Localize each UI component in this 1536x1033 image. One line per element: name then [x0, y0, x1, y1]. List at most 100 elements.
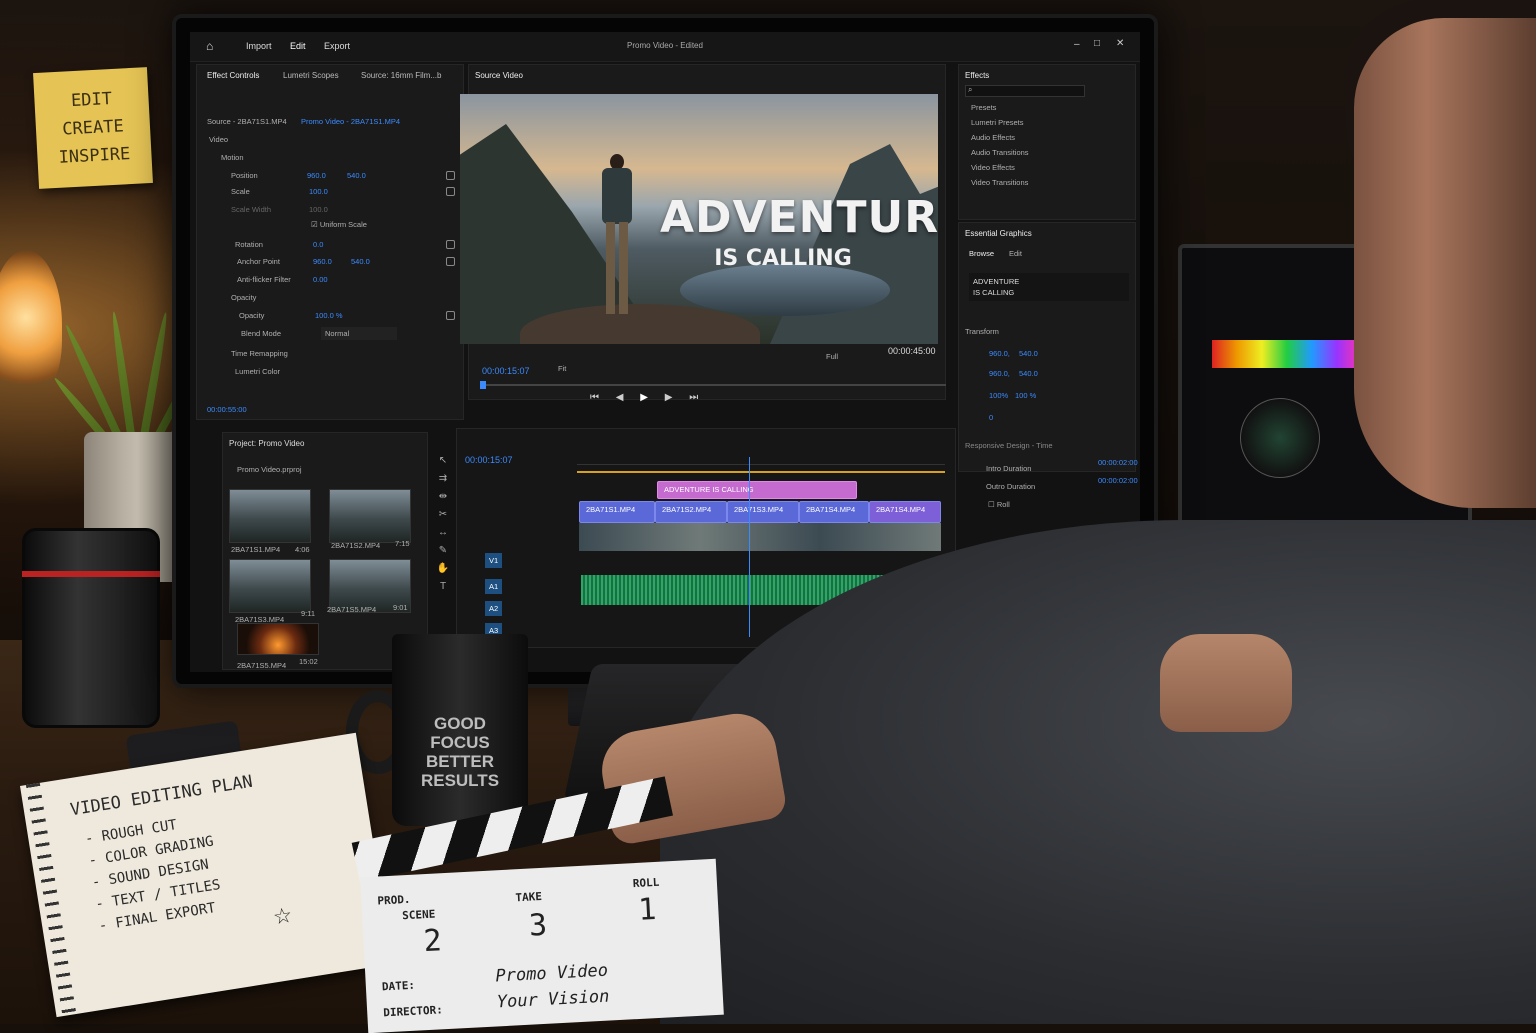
play-icon[interactable]: ▶ — [640, 392, 648, 403]
effects-item-video-effects[interactable]: Video Effects — [971, 163, 1015, 172]
mark-in-icon[interactable]: ⏮ — [590, 392, 599, 403]
clip-thumbnail[interactable] — [229, 489, 311, 543]
effects-item-audio-transitions[interactable]: Audio Transitions — [971, 148, 1029, 157]
clip-thumbnail[interactable] — [329, 489, 411, 543]
tab-browse[interactable]: Browse — [969, 249, 994, 258]
step-forward-icon[interactable]: ▶︎ — [665, 392, 673, 403]
uniform-scale-checkbox[interactable]: ☑ Uniform Scale — [311, 220, 367, 229]
effect-motion[interactable]: Motion — [221, 153, 244, 162]
quality-select[interactable]: Full — [826, 352, 838, 361]
project-file[interactable]: Promo Video.prproj — [237, 465, 301, 474]
keyframe-toggle-icon[interactable] — [446, 240, 455, 249]
tab-edit[interactable]: Edit — [1009, 249, 1022, 258]
video-preview[interactable]: ADVENTURE IS CALLING — [460, 94, 938, 344]
blend-mode-select[interactable]: Normal — [321, 327, 397, 340]
effect-lumetri-color[interactable]: Lumetri Color — [235, 367, 280, 376]
clip-duration: 15:02 — [299, 657, 318, 666]
mark-out-icon[interactable]: ⏭ — [689, 392, 698, 403]
keyframe-toggle-icon[interactable] — [446, 311, 455, 320]
transport-controls: ⏮ ◀︎ ▶ ▶︎ ⏭ — [590, 392, 698, 403]
eg-position-y[interactable]: 540.0 — [1019, 349, 1038, 358]
rotation-label: Rotation — [235, 240, 263, 249]
search-icon: ⌕ — [968, 85, 973, 94]
zoom-select[interactable]: Fit — [558, 364, 566, 373]
video-clip[interactable]: 2BA71S4.MP4 — [799, 501, 869, 523]
tab-effect-controls[interactable]: Effect Controls — [207, 71, 259, 80]
playhead[interactable] — [749, 457, 750, 637]
eg-position-x[interactable]: 960.0, — [989, 349, 1010, 358]
tab-source-video[interactable]: Source Video — [475, 71, 523, 80]
track-label-v1[interactable]: V1 — [485, 553, 503, 568]
minimize-icon[interactable]: – — [1074, 39, 1080, 50]
video-clip[interactable]: 2BA71S1.MP4 — [579, 501, 655, 523]
eg-rotation[interactable]: 0 — [989, 413, 993, 422]
roll-checkbox[interactable]: ☐ Roll — [988, 500, 1010, 509]
effect-controls-timecode: 00:00:55:00 — [207, 405, 247, 414]
sequence-clip[interactable]: Promo Video - 2BA71S1.MP4 — [301, 117, 400, 126]
antiflicker-value[interactable]: 0.00 — [313, 275, 328, 284]
effect-opacity[interactable]: Opacity — [231, 293, 256, 302]
timeline-timecode: 00:00:15:07 — [465, 455, 513, 465]
video-clip[interactable]: 2BA71S4.MP4 — [869, 501, 941, 523]
effects-item-audio-effects[interactable]: Audio Effects — [971, 133, 1015, 142]
step-back-icon[interactable]: ◀︎ — [616, 392, 624, 403]
maximize-icon[interactable]: □ — [1094, 38, 1100, 49]
intro-duration-value[interactable]: 00:00:02:00 — [1098, 458, 1138, 467]
razor-tool-icon[interactable]: ✂ — [434, 506, 452, 524]
track-label-a2[interactable]: A2 — [485, 601, 503, 616]
clapper-scene-label: SCENE — [401, 907, 436, 923]
time-ruler[interactable] — [577, 453, 945, 465]
close-icon[interactable]: ✕ — [1116, 38, 1124, 49]
effects-item-video-transitions[interactable]: Video Transitions — [971, 178, 1028, 187]
work-area-bar[interactable] — [577, 471, 945, 473]
track-select-icon[interactable]: ⇉ — [434, 470, 452, 488]
effects-search-input[interactable]: ⌕ — [965, 85, 1085, 97]
tab-source[interactable]: Source: 16mm Film...b — [361, 71, 441, 80]
hand-tool-icon[interactable]: ✋ — [434, 560, 452, 578]
tools-panel: ↖ ⇉ ⇹ ✂ ↔ ✎ ✋ T — [434, 452, 452, 632]
essential-graphics-title: Essential Graphics — [965, 229, 1032, 238]
opacity-value[interactable]: 100.0 % — [315, 311, 343, 320]
clapper-roll-label: ROLL — [632, 875, 660, 891]
clip-name: 2BA71S5.MP4 — [237, 661, 287, 670]
scale-value[interactable]: 100.0 — [309, 187, 328, 196]
roll-label: Roll — [996, 500, 1010, 509]
eg-scale-a[interactable]: 100% — [989, 391, 1008, 400]
rotation-value[interactable]: 0.0 — [313, 240, 323, 249]
ripple-edit-icon[interactable]: ⇹ — [434, 488, 452, 506]
effects-item-lumetri-presets[interactable]: Lumetri Presets — [971, 118, 1024, 127]
type-tool-icon[interactable]: T — [434, 578, 452, 596]
project-title: Project: Promo Video — [229, 439, 305, 448]
lake — [680, 264, 890, 316]
scale-width-value: 100.0 — [309, 205, 328, 214]
anchor-y[interactable]: 540.0 — [351, 257, 370, 266]
slip-tool-icon[interactable]: ↔ — [434, 524, 452, 542]
outro-duration-value[interactable]: 00:00:02:00 — [1098, 476, 1138, 485]
clip-thumbnail[interactable] — [237, 623, 319, 655]
clip-thumbnail[interactable] — [229, 559, 311, 613]
position-y[interactable]: 540.0 — [347, 171, 366, 180]
video-clip[interactable]: 2BA71S3.MP4 — [727, 501, 799, 523]
keyframe-toggle-icon[interactable] — [446, 187, 455, 196]
outro-duration-label: Outro Duration — [986, 482, 1036, 491]
effects-title: Effects — [965, 71, 990, 80]
eg-scale-b[interactable]: 100 % — [1015, 391, 1036, 400]
playback-scrubber[interactable] — [480, 381, 946, 389]
effects-item-presets[interactable]: Presets — [971, 103, 996, 112]
effect-time-remapping[interactable]: Time Remapping — [231, 349, 288, 358]
title-clip[interactable]: ADVENTURE IS CALLING — [657, 481, 857, 499]
graphics-layer[interactable]: ADVENTURE IS CALLING — [969, 273, 1129, 301]
video-clip[interactable]: 2BA71S2.MP4 — [655, 501, 727, 523]
pen-tool-icon[interactable]: ✎ — [434, 542, 452, 560]
keyframe-toggle-icon[interactable] — [446, 257, 455, 266]
anchor-x[interactable]: 960.0 — [313, 257, 332, 266]
selection-tool-icon[interactable]: ↖ — [434, 452, 452, 470]
eg-anchor-x[interactable]: 960.0, — [989, 369, 1010, 378]
clip-duration: 7:15 — [395, 539, 410, 548]
position-x[interactable]: 960.0 — [307, 171, 326, 180]
eg-anchor-y[interactable]: 540.0 — [1019, 369, 1038, 378]
track-label-a1[interactable]: A1 — [485, 579, 503, 594]
tab-lumetri-scopes[interactable]: Lumetri Scopes — [283, 71, 339, 80]
keyframe-toggle-icon[interactable] — [446, 171, 455, 180]
clip-name: 2BA71S2.MP4 — [331, 541, 381, 550]
